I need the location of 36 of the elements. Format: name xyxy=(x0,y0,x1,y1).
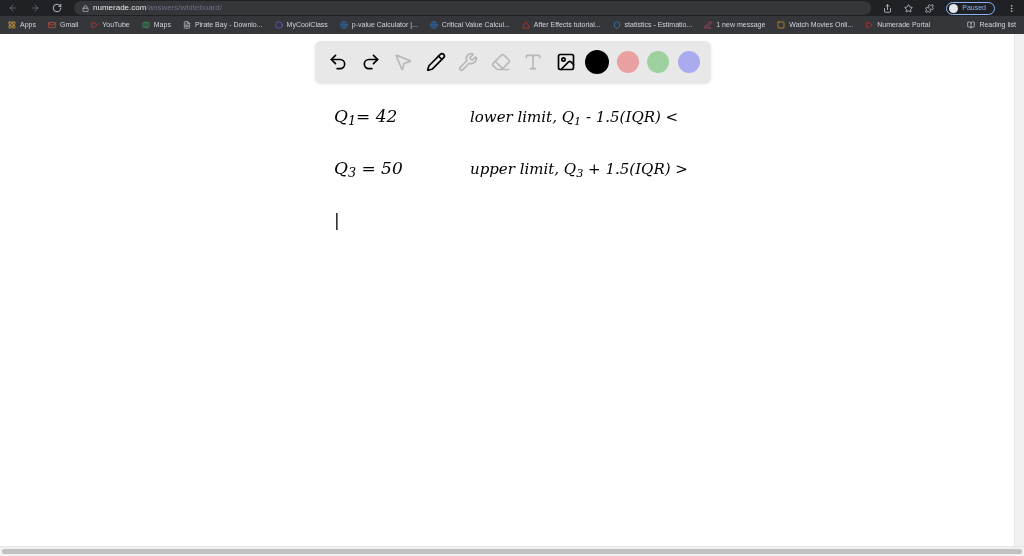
star-icon[interactable] xyxy=(904,3,914,13)
handwritten-text: lower limit, Q$_{1}$ - 1.5(IQR) < xyxy=(470,107,679,129)
color-swatch[interactable] xyxy=(677,51,700,73)
lock-icon xyxy=(82,4,89,12)
url-text: numerade.com/answers/whiteboard/ xyxy=(93,2,222,14)
bookmark-icon xyxy=(429,21,438,29)
share-icon[interactable] xyxy=(883,3,893,13)
bookmark-icon xyxy=(339,21,348,29)
bookmark-icon xyxy=(141,21,150,29)
reading-list-icon xyxy=(967,21,976,29)
handwritten-text: Q$_{3}$ = 50 xyxy=(334,157,404,182)
bookmark-icon xyxy=(612,21,621,29)
bookmark-icon xyxy=(777,21,786,29)
address-field[interactable]: numerade.com/answers/whiteboard/ xyxy=(74,1,872,15)
reload-icon[interactable] xyxy=(52,3,62,13)
bookmark-icon xyxy=(865,21,874,29)
bookmark-icon xyxy=(521,21,530,29)
back-icon[interactable] xyxy=(8,3,18,13)
forward-icon[interactable] xyxy=(30,3,40,13)
avatar-icon xyxy=(949,3,959,13)
handwritten-text: | xyxy=(334,209,341,232)
color-swatch[interactable] xyxy=(647,51,670,73)
extensions-icon[interactable] xyxy=(925,3,935,13)
horizontal-scrollbar[interactable] xyxy=(0,546,1024,556)
bookmark-icon xyxy=(47,21,56,29)
bookmark-icon xyxy=(8,21,16,29)
bookmark-icon xyxy=(274,21,283,29)
bookmark-icon xyxy=(704,21,713,29)
color-swatch[interactable] xyxy=(586,51,609,73)
color-swatch[interactable] xyxy=(616,51,639,73)
bookmark-icon xyxy=(90,21,99,29)
vertical-scrollbar[interactable] xyxy=(1014,34,1024,546)
bookmark-icon xyxy=(182,21,191,29)
menu-icon[interactable] xyxy=(1007,3,1016,13)
handwritten-text: Q$_{1}$= 42 xyxy=(334,105,399,130)
handwritten-text: upper limit, Q$_{3}$ + 1.5(IQR) > xyxy=(470,159,688,181)
